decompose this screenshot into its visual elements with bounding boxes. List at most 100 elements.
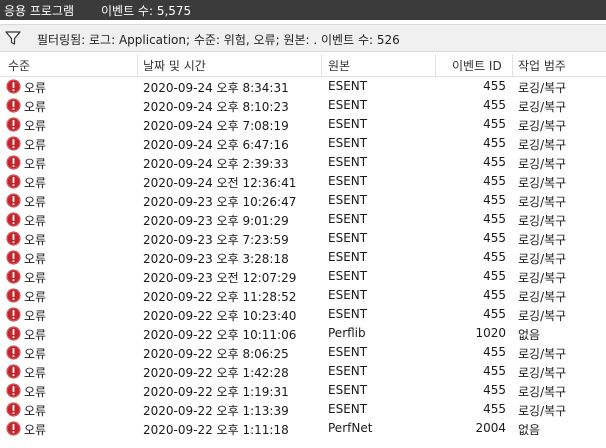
error-icon	[6, 231, 21, 246]
datetime-cell: 2020-09-22 오후 1:13:39	[143, 404, 289, 418]
table-row[interactable]: 오류 2020-09-22 오후 8:06:25 ESENT 455 로깅/복구	[0, 343, 606, 362]
datetime-cell: 2020-09-22 오후 1:11:18	[143, 423, 289, 437]
table-row[interactable]: 오류 2020-09-22 오후 1:19:31 ESENT 455 로깅/복구	[0, 381, 606, 400]
datetime-cell: 2020-09-23 오후 3:28:18	[143, 252, 289, 266]
error-icon	[6, 155, 21, 170]
category-cell: 로깅/복구	[518, 347, 567, 361]
category-cell: 로깅/복구	[518, 290, 567, 304]
source-cell: ESENT	[328, 307, 368, 321]
table-row[interactable]: 오류 2020-09-24 오후 7:08:19 ESENT 455 로깅/복구	[0, 115, 606, 134]
column-header-row: 수준 날짜 및 시간 원본 이벤트 ID 작업 범주	[0, 54, 606, 77]
category-cell: 로깅/복구	[518, 100, 567, 114]
column-divider[interactable]	[512, 54, 513, 76]
error-icon	[6, 250, 21, 265]
level-cell: 오류	[24, 328, 47, 342]
source-cell: ESENT	[328, 269, 368, 283]
table-row[interactable]: 오류 2020-09-22 오후 10:23:40 ESENT 455 로깅/복…	[0, 305, 606, 324]
level-cell: 오류	[24, 233, 47, 247]
category-cell: 로깅/복구	[518, 309, 567, 323]
event-id-cell: 455	[483, 383, 506, 397]
table-row[interactable]: 오류 2020-09-23 오후 7:23:59 ESENT 455 로깅/복구	[0, 229, 606, 248]
table-row[interactable]: 오류 2020-09-22 오후 10:11:06 Perflib 1020 없…	[0, 324, 606, 343]
category-cell: 로깅/복구	[518, 404, 567, 418]
event-id-cell: 455	[483, 307, 506, 321]
column-divider[interactable]	[321, 54, 322, 76]
source-cell: ESENT	[328, 174, 368, 188]
error-icon	[6, 136, 21, 151]
error-icon	[6, 79, 21, 94]
level-cell: 오류	[24, 81, 47, 95]
table-row[interactable]: 오류 2020-09-24 오전 12:36:41 ESENT 455 로깅/복…	[0, 172, 606, 191]
datetime-cell: 2020-09-22 오후 11:28:52	[143, 290, 297, 304]
error-icon	[6, 117, 21, 132]
category-cell: 로깅/복구	[518, 157, 567, 171]
level-cell: 오류	[24, 157, 47, 171]
level-cell: 오류	[24, 195, 47, 209]
source-cell: ESENT	[328, 117, 368, 131]
category-cell: 로깅/복구	[518, 138, 567, 152]
level-cell: 오류	[24, 214, 47, 228]
column-header-category[interactable]: 작업 범주	[518, 57, 566, 73]
table-row[interactable]: 오류 2020-09-22 오후 1:42:28 ESENT 455 로깅/복구	[0, 362, 606, 381]
event-id-cell: 1020	[475, 326, 506, 340]
event-id-cell: 455	[483, 193, 506, 207]
source-cell: ESENT	[328, 364, 368, 378]
table-row[interactable]: 오류 2020-09-23 오후 9:01:29 ESENT 455 로깅/복구	[0, 210, 606, 229]
table-row[interactable]: 오류 2020-09-23 오전 12:07:29 ESENT 455 로깅/복…	[0, 267, 606, 286]
error-icon	[6, 193, 21, 208]
error-icon	[6, 364, 21, 379]
event-id-cell: 455	[483, 136, 506, 150]
datetime-cell: 2020-09-24 오후 7:08:19	[143, 119, 289, 133]
error-icon	[6, 174, 21, 189]
table-row[interactable]: 오류 2020-09-24 오후 8:10:23 ESENT 455 로깅/복구	[0, 96, 606, 115]
table-row[interactable]: 오류 2020-09-24 오후 2:39:33 ESENT 455 로깅/복구	[0, 153, 606, 172]
column-header-datetime[interactable]: 날짜 및 시간	[143, 57, 206, 73]
source-cell: ESENT	[328, 193, 368, 207]
source-cell: ESENT	[328, 98, 368, 112]
level-cell: 오류	[24, 176, 47, 190]
source-cell: ESENT	[328, 212, 368, 226]
level-cell: 오류	[24, 119, 47, 133]
level-cell: 오류	[24, 252, 47, 266]
category-cell: 없음	[518, 328, 541, 342]
column-header-event-id[interactable]: 이벤트 ID	[452, 57, 502, 73]
level-cell: 오류	[24, 385, 47, 399]
event-id-cell: 455	[483, 250, 506, 264]
event-id-cell: 455	[483, 231, 506, 245]
error-icon	[6, 421, 21, 436]
error-icon	[6, 307, 21, 322]
event-id-cell: 455	[483, 79, 506, 93]
event-id-cell: 455	[483, 212, 506, 226]
event-id-cell: 455	[483, 402, 506, 416]
table-row[interactable]: 오류 2020-09-24 오후 8:34:31 ESENT 455 로깅/복구	[0, 77, 606, 96]
category-cell: 로깅/복구	[518, 385, 567, 399]
level-cell: 오류	[24, 347, 47, 361]
filter-bar: 필터링됨: 로그: Application; 수준: 위험, 오류; 원본: .…	[0, 24, 606, 52]
event-list: 오류 2020-09-24 오후 8:34:31 ESENT 455 로깅/복구…	[0, 77, 606, 438]
level-cell: 오류	[24, 138, 47, 152]
datetime-cell: 2020-09-22 오후 1:19:31	[143, 385, 289, 399]
category-cell: 로깅/복구	[518, 214, 567, 228]
error-icon	[6, 402, 21, 417]
column-divider[interactable]	[435, 54, 436, 76]
table-row[interactable]: 오류 2020-09-22 오후 1:11:18 PerfNet 2004 없음	[0, 419, 606, 438]
table-row[interactable]: 오류 2020-09-22 오후 1:13:39 ESENT 455 로깅/복구	[0, 400, 606, 419]
datetime-cell: 2020-09-23 오후 10:26:47	[143, 195, 297, 209]
table-row[interactable]: 오류 2020-09-23 오후 10:26:47 ESENT 455 로깅/복…	[0, 191, 606, 210]
datetime-cell: 2020-09-22 오후 8:06:25	[143, 347, 289, 361]
column-header-level[interactable]: 수준	[8, 57, 30, 73]
table-row[interactable]: 오류 2020-09-23 오후 3:28:18 ESENT 455 로깅/복구	[0, 248, 606, 267]
event-id-cell: 455	[483, 345, 506, 359]
category-cell: 로깅/복구	[518, 233, 567, 247]
source-cell: ESENT	[328, 250, 368, 264]
level-cell: 오류	[24, 366, 47, 380]
datetime-cell: 2020-09-24 오후 6:47:16	[143, 138, 289, 152]
level-cell: 오류	[24, 100, 47, 114]
column-divider[interactable]	[137, 54, 138, 76]
table-row[interactable]: 오류 2020-09-22 오후 11:28:52 ESENT 455 로깅/복…	[0, 286, 606, 305]
table-row[interactable]: 오류 2020-09-24 오후 6:47:16 ESENT 455 로깅/복구	[0, 134, 606, 153]
error-icon	[6, 383, 21, 398]
column-header-source[interactable]: 원본	[328, 57, 350, 73]
event-count: 이벤트 수: 5,575	[101, 4, 192, 18]
datetime-cell: 2020-09-23 오후 9:01:29	[143, 214, 289, 228]
